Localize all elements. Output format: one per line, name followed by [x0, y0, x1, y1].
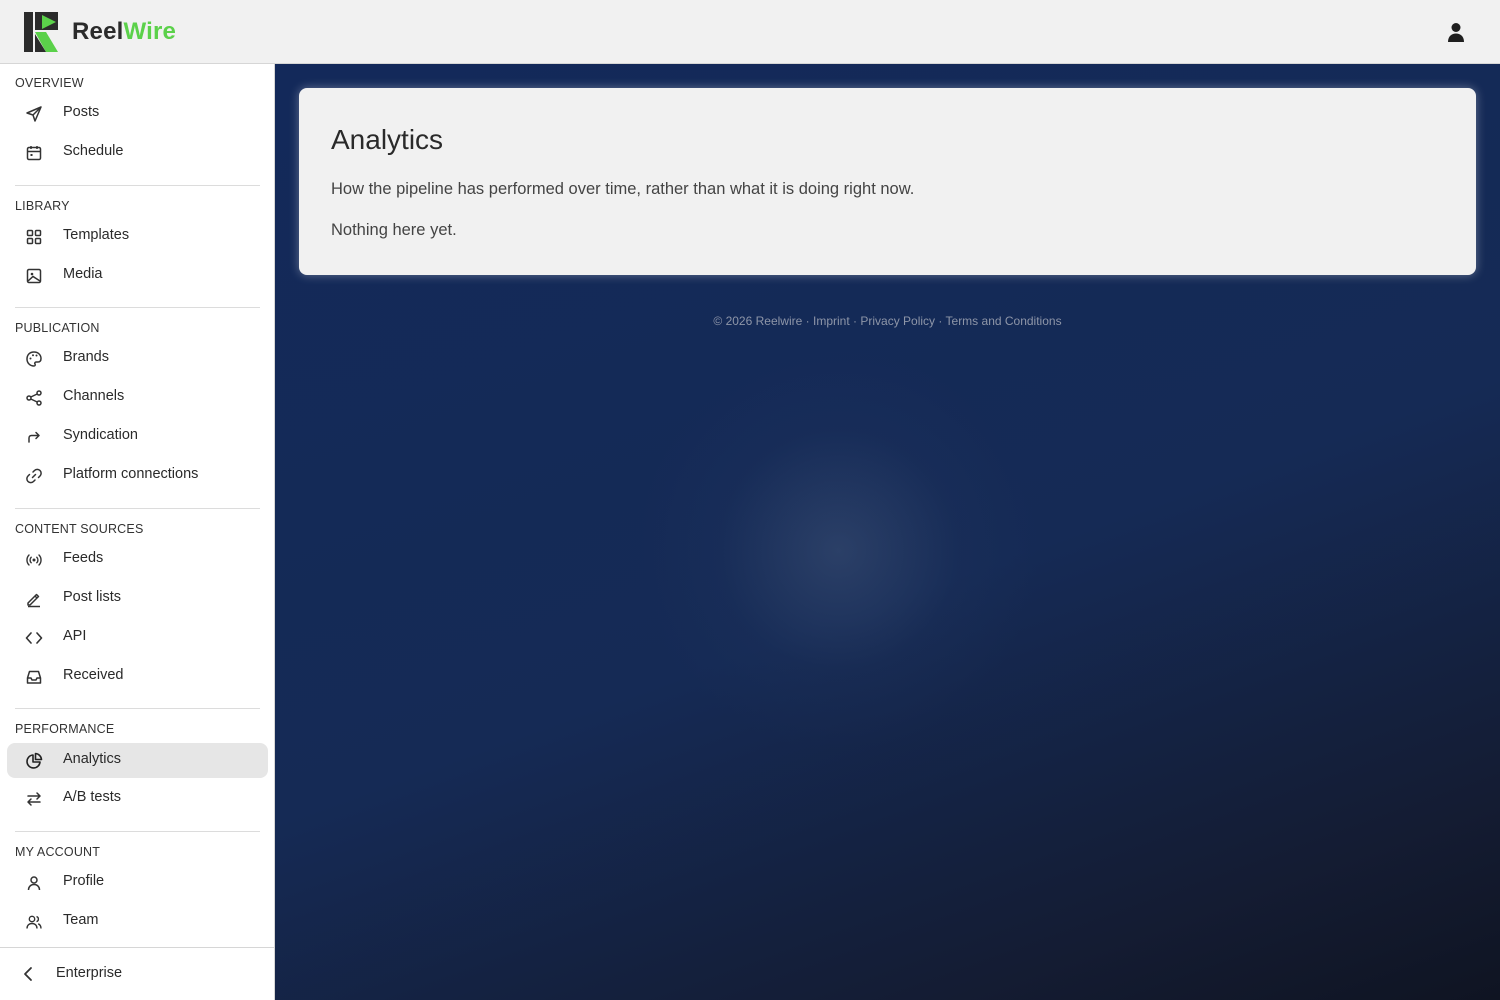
- sidebar: OVERVIEW Posts Schedule LIBRARY Template…: [0, 64, 275, 1000]
- section-title-my-account: MY ACCOUNT: [15, 845, 101, 859]
- brand-name-part1: Reel: [72, 18, 124, 45]
- sidebar-item-feeds[interactable]: Feeds: [7, 542, 268, 577]
- sidebar-item-label: Post lists: [63, 589, 122, 605]
- sidebar-item-label: Media: [63, 266, 103, 282]
- user-menu-button[interactable]: [1444, 20, 1468, 44]
- imprint-link[interactable]: Imprint: [813, 314, 850, 328]
- broadcast-icon: [25, 551, 43, 569]
- sidebar-footer-enterprise[interactable]: Enterprise: [0, 947, 274, 1000]
- sidebar-item-received[interactable]: Received: [7, 659, 268, 694]
- sidebar-item-label: Team: [63, 912, 99, 928]
- sidebar-item-team[interactable]: Team: [7, 904, 268, 939]
- divider: [15, 831, 260, 832]
- copyright-text: © 2026 Reelwire: [713, 314, 803, 328]
- sidebar-item-profile[interactable]: Profile: [7, 865, 268, 900]
- footer-separator: ·: [938, 314, 943, 328]
- sidebar-item-label: Received: [63, 667, 124, 683]
- divider: [15, 185, 260, 186]
- section-title-content-sources: CONTENT SOURCES: [15, 522, 144, 536]
- sidebar-footer-label: Enterprise: [56, 965, 123, 981]
- brand-name: ReelWire: [72, 18, 176, 46]
- sidebar-item-channels[interactable]: Channels: [7, 380, 268, 415]
- section-title-publication: PUBLICATION: [15, 321, 100, 335]
- page-title: Analytics: [331, 124, 444, 155]
- top-bar: ReelWire: [0, 0, 1500, 64]
- footer-separator: ·: [853, 314, 858, 328]
- section-title-performance: PERFORMANCE: [15, 722, 115, 736]
- divider: [15, 307, 260, 308]
- divider: [15, 508, 260, 509]
- code-icon: [25, 629, 43, 647]
- palette-icon: [25, 350, 43, 368]
- section-title-overview: OVERVIEW: [15, 76, 84, 90]
- sidebar-item-ab-tests[interactable]: A/B tests: [7, 781, 268, 816]
- sidebar-item-label: Schedule: [63, 143, 124, 159]
- sidebar-item-label: Feeds: [63, 550, 104, 566]
- inbox-icon: [25, 668, 43, 686]
- pencil-icon: [25, 590, 43, 608]
- terms-link[interactable]: Terms and Conditions: [946, 314, 1062, 328]
- sidebar-item-platform-connections[interactable]: Platform connections: [7, 458, 268, 493]
- sidebar-item-label: Platform connections: [63, 466, 199, 482]
- page-footer: © 2026 Reelwire · Imprint · Privacy Poli…: [275, 314, 1500, 328]
- grid-icon: [25, 228, 43, 246]
- analytics-card: Analytics How the pipeline has performed…: [299, 88, 1476, 275]
- sidebar-item-label: Channels: [63, 388, 125, 404]
- sidebar-item-post-lists[interactable]: Post lists: [7, 581, 268, 616]
- sidebar-item-label: Profile: [63, 873, 105, 889]
- sidebar-item-templates[interactable]: Templates: [7, 219, 268, 254]
- brand-name-part2: Wire: [123, 18, 177, 45]
- sidebar-item-api[interactable]: API: [7, 620, 268, 655]
- user-icon: [25, 874, 43, 892]
- sidebar-item-label: A/B tests: [63, 789, 122, 805]
- chevron-left-icon: [20, 965, 36, 983]
- pie-chart-icon: [25, 752, 43, 770]
- share-icon: [25, 389, 43, 407]
- page-description: How the pipeline has performed over time…: [331, 180, 915, 198]
- sidebar-item-posts[interactable]: Posts: [7, 96, 268, 131]
- sidebar-item-syndication[interactable]: Syndication: [7, 419, 268, 454]
- sidebar-item-brands[interactable]: Brands: [7, 341, 268, 376]
- divider: [15, 708, 260, 709]
- sidebar-item-analytics[interactable]: Analytics: [7, 743, 268, 778]
- sidebar-item-label: Analytics: [63, 751, 122, 767]
- users-icon: [25, 913, 43, 931]
- user-icon: [1448, 23, 1464, 42]
- main-content: Analytics How the pipeline has performed…: [275, 64, 1500, 1000]
- send-icon: [25, 105, 43, 123]
- swap-icon: [25, 790, 43, 808]
- sidebar-item-label: Templates: [63, 227, 130, 243]
- sidebar-item-media[interactable]: Media: [7, 258, 268, 293]
- image-icon: [25, 267, 43, 285]
- reelwire-logo[interactable]: [24, 12, 58, 52]
- footer-separator: ·: [805, 314, 810, 328]
- sidebar-item-label: Syndication: [63, 427, 138, 443]
- empty-state-text: Nothing here yet.: [331, 221, 457, 239]
- sidebar-item-schedule[interactable]: Schedule: [7, 135, 268, 170]
- section-title-library: LIBRARY: [15, 199, 70, 213]
- sidebar-item-label: Posts: [63, 104, 100, 120]
- privacy-policy-link[interactable]: Privacy Policy: [860, 314, 935, 328]
- sidebar-item-label: Brands: [63, 349, 109, 365]
- sidebar-item-label: API: [63, 628, 87, 644]
- forward-arrow-icon: [25, 428, 43, 446]
- link-icon: [25, 467, 43, 485]
- calendar-icon: [25, 144, 43, 162]
